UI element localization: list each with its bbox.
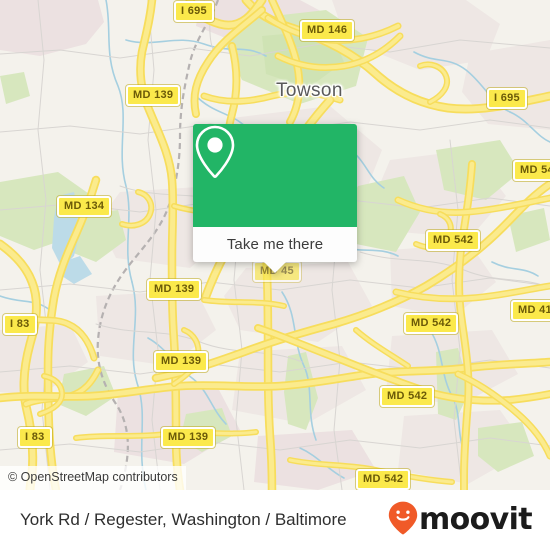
map-pin-icon-svg [195, 125, 235, 179]
callout-pin-area [193, 124, 357, 227]
map-canvas[interactable]: .land{fill:#f4f2ec} .resid{fill:#ece1e1}… [0, 0, 550, 490]
road-shield-md542-east: MD 542 [426, 230, 481, 251]
road-shield-md139-south: MD 139 [161, 427, 216, 448]
location-callout-card[interactable]: Take me there [193, 124, 357, 273]
road-shield-md41: MD 41 [511, 300, 550, 321]
road-shield-i83-west: I 83 [3, 314, 37, 335]
callout-tail [264, 262, 286, 273]
road-shield-md146: MD 146 [300, 20, 355, 41]
location-title: York Rd / Regester, Washington / Baltimo… [20, 510, 347, 529]
moovit-logo[interactable]: moovit [388, 501, 533, 540]
road-shield-md542-northeast: MD 542 [513, 160, 550, 181]
road-shield-md134: MD 134 [57, 196, 112, 217]
take-me-there-label: Take me there [226, 236, 324, 253]
place-label-towson: Towson [276, 80, 343, 101]
road-shield-md542-bottom: MD 542 [356, 469, 411, 490]
road-shield-i695-east: I 695 [487, 88, 527, 109]
road-shield-md139-north: MD 139 [126, 85, 181, 106]
moovit-smiley-pin-icon [388, 501, 418, 540]
road-shield-md542-south: MD 542 [380, 386, 435, 407]
road-shield-md542-center: MD 542 [404, 313, 459, 334]
bottom-info-bar: York Rd / Regester, Washington / Baltimo… [0, 490, 550, 550]
moovit-wordmark: moovit [418, 502, 533, 537]
road-shield-i83-south: I 83 [18, 427, 52, 448]
road-shield-md139-lower: MD 139 [154, 351, 209, 372]
moovit-smiley-pin-icon-svg [388, 501, 418, 534]
osm-attribution[interactable]: © OpenStreetMap contributors [0, 466, 186, 490]
road-shield-i695-north: I 695 [174, 1, 214, 22]
map-screen: .land{fill:#f4f2ec} .resid{fill:#ece1e1}… [0, 0, 550, 550]
take-me-there-button[interactable]: Take me there [193, 227, 357, 262]
road-shield-md139-mid: MD 139 [147, 279, 202, 300]
